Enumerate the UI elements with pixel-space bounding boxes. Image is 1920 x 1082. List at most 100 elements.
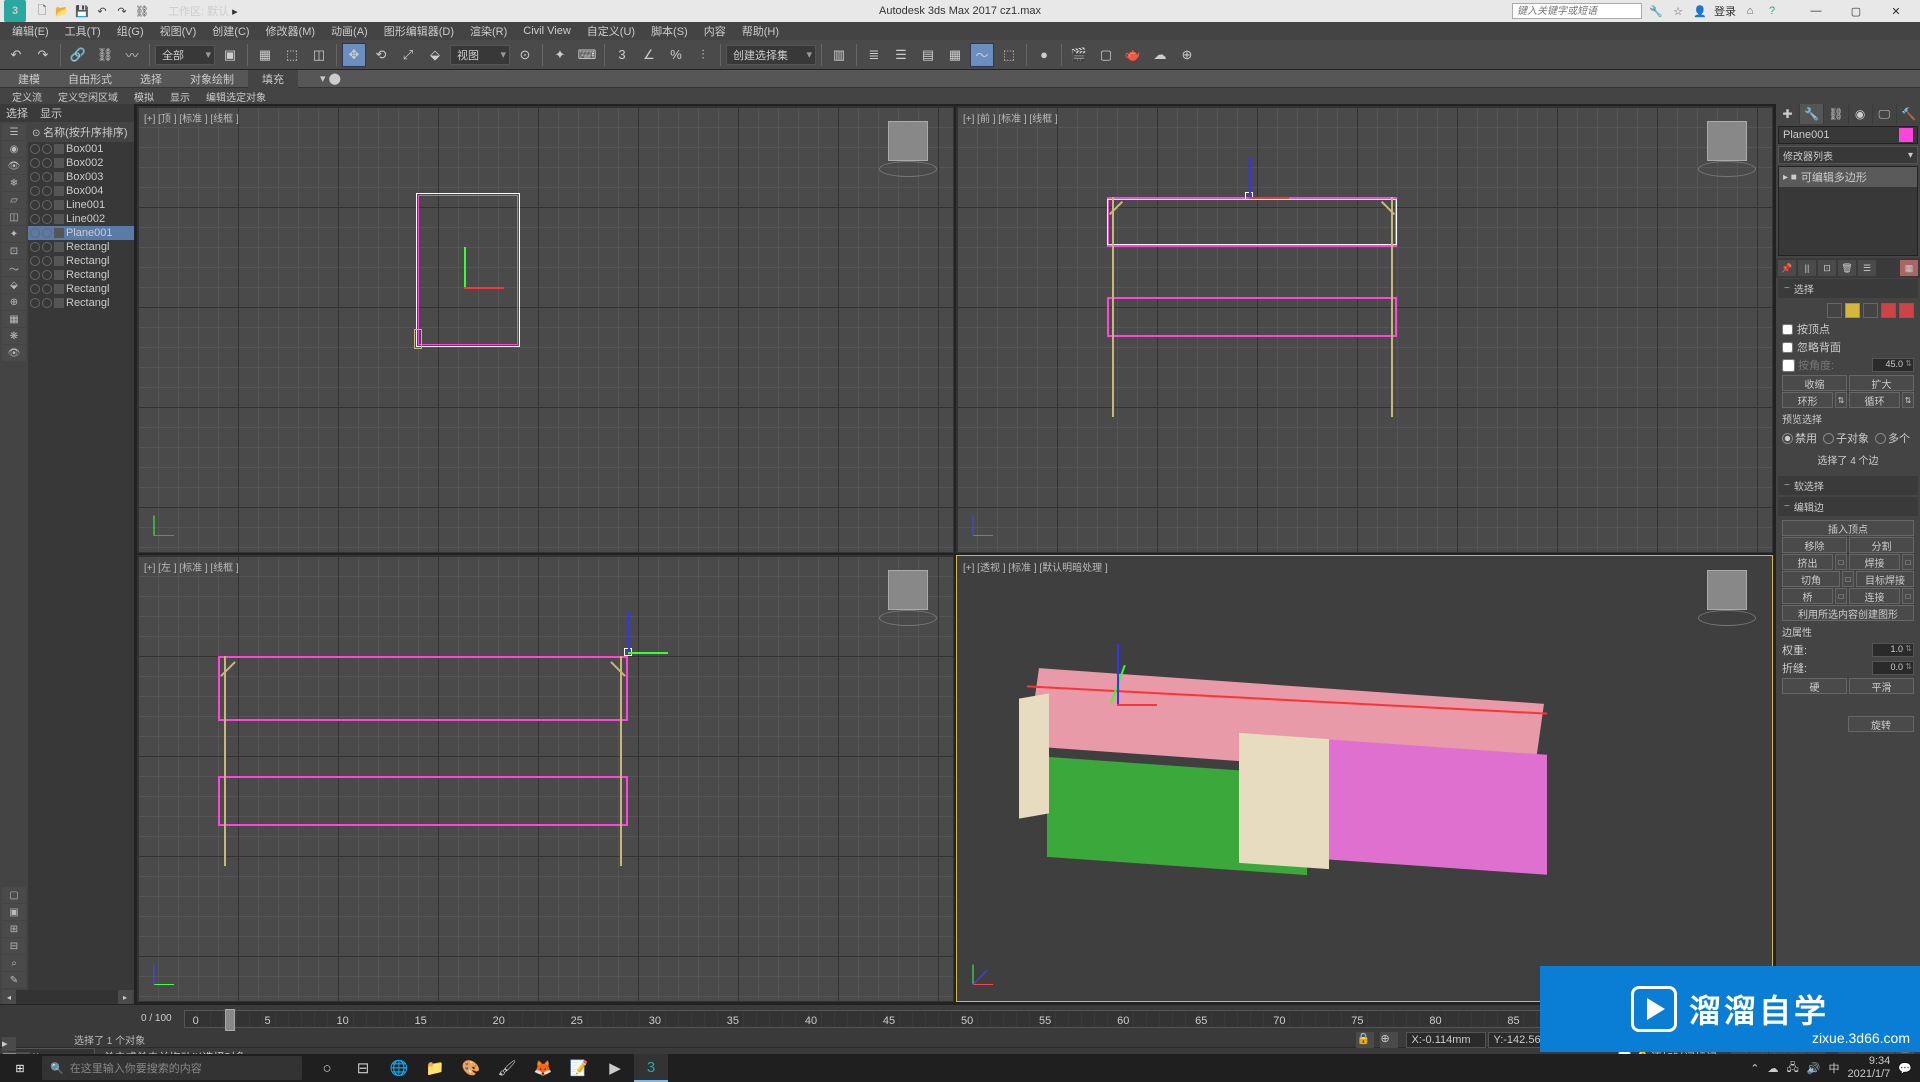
tab-hierarchy[interactable]: ⛓ (1824, 104, 1847, 124)
curve-button[interactable]: 〜 (970, 43, 994, 67)
so-poly[interactable] (1881, 303, 1896, 318)
tab-populate[interactable]: 填充 (248, 70, 298, 88)
se-tool-sel[interactable]: ◉ (2, 141, 26, 157)
layermgr-button[interactable]: ▤ (916, 43, 940, 67)
btn-chamfer[interactable]: 切角 (1782, 571, 1840, 587)
se-tool-disp[interactable]: 👁 (2, 158, 26, 174)
menu-help[interactable]: 帮助(H) (734, 23, 787, 39)
so-element[interactable] (1899, 303, 1914, 318)
unlink-button[interactable]: ⛓ (93, 43, 117, 67)
show-end[interactable]: || (1798, 260, 1816, 276)
save-icon[interactable]: 💾 (74, 3, 90, 19)
rib-display[interactable]: 显示 (162, 89, 198, 104)
crease-spinner[interactable]: 0.0 (1872, 661, 1914, 675)
viewcube-persp[interactable] (1696, 564, 1758, 626)
vp-front-label[interactable]: [+] [前 ] [标准 ] [线框 ] (963, 110, 1058, 125)
menu-maxscript[interactable]: 脚本(S) (643, 23, 696, 39)
menu-create[interactable]: 创建(C) (204, 23, 257, 39)
task-cortana[interactable]: ○ (310, 1054, 344, 1082)
rectsel-button[interactable]: ⬚ (280, 43, 304, 67)
se-tool-e[interactable]: 〜 (2, 260, 26, 276)
menu-civilview[interactable]: Civil View (515, 25, 578, 37)
se-tool-name[interactable]: ☰ (2, 124, 26, 140)
se-tool-i[interactable]: ❋ (2, 328, 26, 344)
remove-mod[interactable]: 🗑 (1838, 260, 1856, 276)
btn-shrink[interactable]: 收缩 (1782, 375, 1847, 391)
window-button[interactable]: ◫ (307, 43, 331, 67)
help-search[interactable] (1512, 3, 1642, 19)
chk-ignore[interactable] (1782, 342, 1793, 353)
menu-animation[interactable]: 动画(A) (323, 23, 376, 39)
redo-button[interactable]: ↷ (31, 43, 55, 67)
renderprod-button[interactable]: ☁ (1148, 43, 1172, 67)
chamfer-set[interactable]: □ (1842, 571, 1854, 587)
schematic-button[interactable]: ⬚ (997, 43, 1021, 67)
lock-button[interactable]: 🔒 (1356, 1032, 1374, 1048)
se-tool-c[interactable]: ✦ (2, 226, 26, 242)
btn-ring[interactable]: 环形 (1782, 392, 1833, 408)
task-firefox[interactable]: 🦊 (526, 1054, 560, 1082)
object-name-field[interactable]: Plane001 (1778, 126, 1918, 144)
tray-notifications[interactable]: 💬 (1898, 1062, 1912, 1075)
selobj-button[interactable]: ▦ (253, 43, 277, 67)
task-app2[interactable]: 🖌 (490, 1054, 524, 1082)
tray-vol-icon[interactable]: 🔊 (1807, 1062, 1821, 1075)
radio-multi[interactable]: 多个 (1875, 430, 1910, 446)
task-explorer[interactable]: 📁 (418, 1054, 452, 1082)
workspace-selector[interactable]: 工作区: 默认 ▸ (162, 1, 244, 21)
task-app3[interactable]: 📝 (562, 1054, 596, 1082)
scene-item[interactable]: Line002 (28, 212, 134, 226)
object-color[interactable] (1899, 128, 1913, 142)
task-app4[interactable]: ▶ (598, 1054, 632, 1082)
btn-connect[interactable]: 连接 (1849, 588, 1900, 604)
vp-persp-label[interactable]: [+] [透视 ] [标准 ] [默认明暗处理 ] (963, 559, 1108, 574)
move-button[interactable]: ✥ (342, 43, 366, 67)
scene-item[interactable]: Plane001 (28, 226, 134, 240)
viewcube-front[interactable] (1696, 115, 1758, 177)
tab-create[interactable]: ✚ (1776, 104, 1799, 124)
scene-item[interactable]: Box003 (28, 170, 134, 184)
infocenter-icon[interactable]: 🔧 (1648, 3, 1664, 19)
task-3dsmax[interactable]: 3 (634, 1054, 668, 1082)
se-tool-g[interactable]: ⊕ (2, 294, 26, 310)
bridge-set[interactable]: □ (1835, 588, 1847, 604)
placement-button[interactable]: ⬙ (423, 43, 447, 67)
redo-icon[interactable]: ↷ (114, 3, 130, 19)
btn-loop[interactable]: 循环 (1849, 392, 1900, 408)
btn-hard[interactable]: 硬 (1782, 678, 1847, 694)
tab-utilities[interactable]: 🔨 (1897, 104, 1920, 124)
undo-button[interactable]: ↶ (4, 43, 28, 67)
ribbon-button[interactable]: ▦ (943, 43, 967, 67)
menu-modifiers[interactable]: 修改器(M) (258, 23, 324, 39)
angle-spinner[interactable]: 45.0 (1872, 358, 1914, 372)
btn-targetweld[interactable]: 目标焊接 (1856, 571, 1914, 587)
scene-item[interactable]: Box001 (28, 142, 134, 156)
manip-button[interactable]: ✦ (548, 43, 572, 67)
namedsel-combo[interactable]: 创建选择集 (726, 45, 816, 65)
se-tool-l[interactable]: ▣ (2, 904, 26, 920)
viewcube-left[interactable] (877, 564, 939, 626)
menu-rendering[interactable]: 渲染(R) (462, 23, 515, 39)
anglesnap-button[interactable]: ∠ (637, 43, 661, 67)
bind-button[interactable]: 〰 (120, 43, 144, 67)
so-vertex[interactable] (1827, 303, 1842, 318)
app-logo[interactable]: 3 (4, 0, 26, 22)
rollout-soft-hdr[interactable]: 软选择 (1778, 476, 1918, 495)
scene-item[interactable]: Rectangl (28, 268, 134, 282)
pivot-button[interactable]: ⊙ (513, 43, 537, 67)
snap-button[interactable]: ⊕ (1380, 1032, 1398, 1048)
btn-extrude[interactable]: 挤出 (1782, 554, 1833, 570)
make-unique[interactable]: ⊡ (1818, 260, 1836, 276)
vp-left-label[interactable]: [+] [左 ] [标准 ] [线框 ] (144, 559, 239, 574)
new-icon[interactable]: 🗋 (34, 3, 50, 19)
scene-item[interactable]: Box004 (28, 184, 134, 198)
configure[interactable]: ☰ (1858, 260, 1876, 276)
filter-combo[interactable]: 全部 (155, 45, 215, 65)
scale-button[interactable]: ⤢ (396, 43, 420, 67)
connect-set[interactable]: □ (1902, 588, 1914, 604)
menu-tools[interactable]: 工具(T) (57, 23, 109, 39)
btn-split[interactable]: 分割 (1849, 537, 1914, 553)
menu-content[interactable]: 内容 (696, 23, 734, 39)
modifier-stack[interactable]: ▸ ■ 可编辑多边形 (1778, 166, 1918, 256)
btn-grow[interactable]: 扩大 (1849, 375, 1914, 391)
